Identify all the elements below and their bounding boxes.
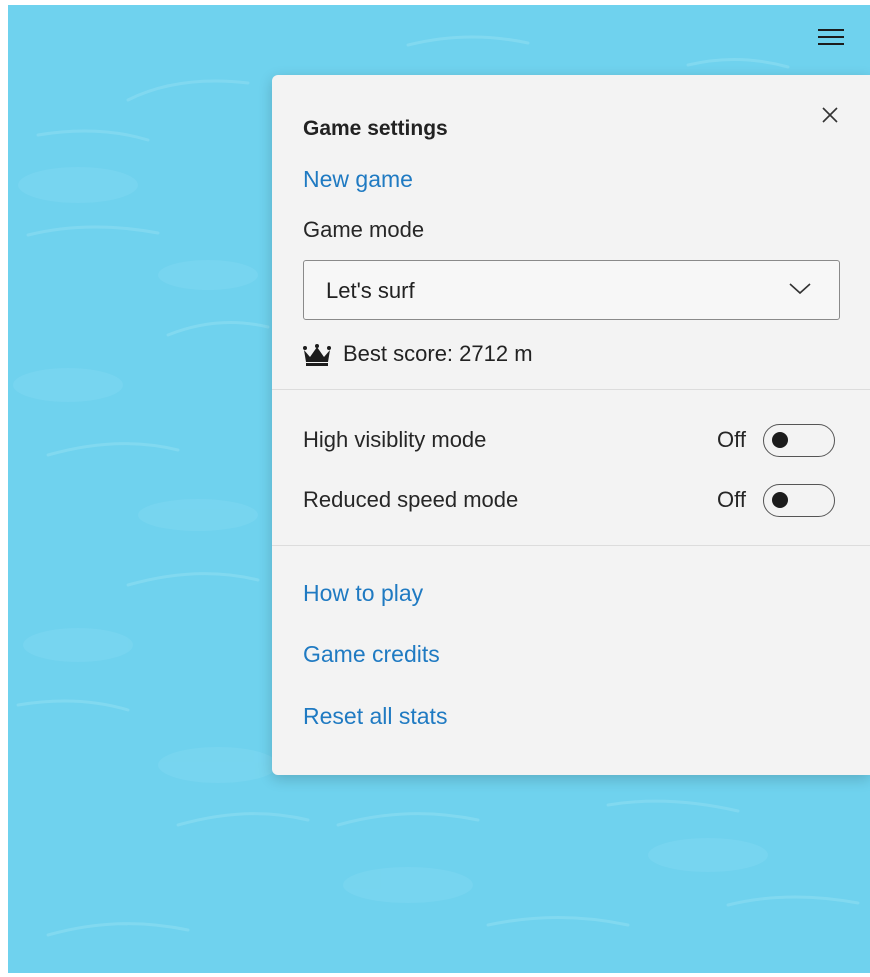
- divider: [272, 389, 870, 390]
- settings-title: Game settings: [303, 117, 448, 140]
- reduced-speed-toggle[interactable]: [763, 484, 835, 517]
- best-score-text: Best score: 2712 m: [343, 341, 533, 366]
- reset-stats-link[interactable]: Reset all stats: [303, 703, 447, 730]
- close-icon: [822, 107, 838, 123]
- high-visibility-row: High visiblity mode Off: [303, 421, 843, 461]
- hamburger-bar: [818, 36, 844, 38]
- toggle-knob: [772, 492, 788, 508]
- reduced-speed-state: Off: [717, 487, 746, 512]
- game-mode-value: Let's surf: [326, 278, 415, 303]
- toggle-knob: [772, 432, 788, 448]
- chevron-down-icon: [789, 283, 811, 295]
- high-visibility-toggle[interactable]: [763, 424, 835, 457]
- game-credits-link[interactable]: Game credits: [303, 641, 440, 668]
- reduced-speed-row: Reduced speed mode Off: [303, 481, 843, 521]
- close-button[interactable]: [812, 97, 848, 133]
- crown-icon: [303, 344, 331, 366]
- settings-panel: Game settings New game Game mode Let's s…: [272, 75, 870, 775]
- hamburger-menu-icon: [818, 29, 844, 31]
- game-mode-label: Game mode: [303, 217, 425, 242]
- high-visibility-label: High visiblity mode: [303, 427, 487, 452]
- how-to-play-link[interactable]: How to play: [303, 580, 423, 607]
- divider: [272, 545, 870, 546]
- game-background: Game settings New game Game mode Let's s…: [8, 5, 870, 973]
- reduced-speed-label: Reduced speed mode: [303, 487, 519, 512]
- game-mode-select[interactable]: Let's surf: [303, 260, 840, 320]
- new-game-link[interactable]: New game: [303, 166, 413, 193]
- menu-button[interactable]: [811, 21, 851, 53]
- hamburger-bar: [818, 43, 844, 45]
- high-visibility-state: Off: [717, 427, 746, 452]
